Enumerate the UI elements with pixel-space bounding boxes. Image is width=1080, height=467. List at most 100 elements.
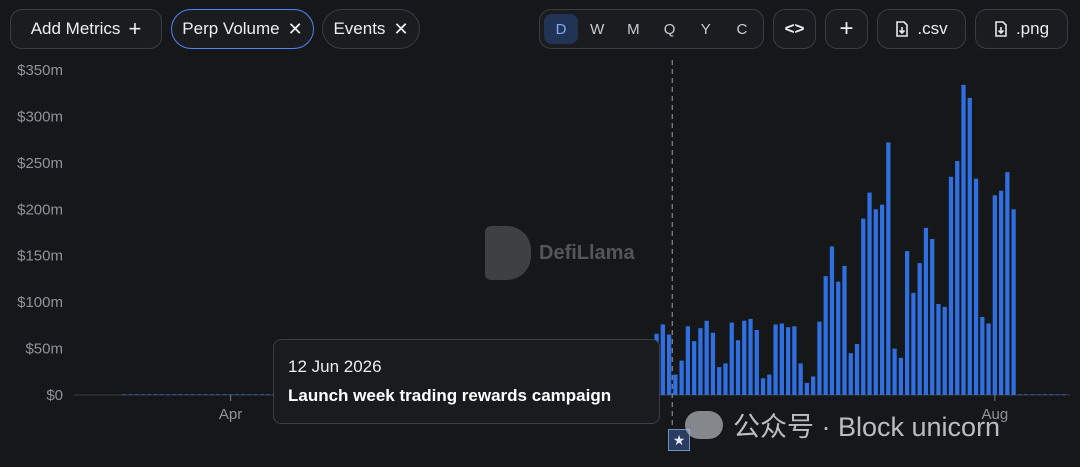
volume-bar[interactable] <box>942 306 947 395</box>
volume-bar[interactable] <box>147 394 152 395</box>
volume-bar[interactable] <box>247 394 252 395</box>
volume-bar[interactable] <box>873 209 878 395</box>
period-cumulative-button[interactable]: C <box>725 14 759 44</box>
volume-bar[interactable] <box>729 322 734 395</box>
volume-bar[interactable] <box>911 292 916 395</box>
volume-bar[interactable] <box>798 363 803 395</box>
volume-bar[interactable] <box>698 328 703 395</box>
volume-bar[interactable] <box>1024 394 1029 395</box>
volume-bar[interactable] <box>861 218 866 395</box>
volume-bar[interactable] <box>717 367 722 395</box>
close-icon[interactable]: ✕ <box>288 20 303 38</box>
volume-bar[interactable] <box>998 190 1004 395</box>
volume-bar[interactable] <box>209 394 214 395</box>
volume-bar[interactable] <box>241 394 246 395</box>
volume-bar[interactable] <box>1036 394 1041 395</box>
volume-bar[interactable] <box>760 378 766 395</box>
period-week-button[interactable]: W <box>580 14 614 44</box>
volume-bar[interactable] <box>804 382 810 395</box>
volume-bar[interactable] <box>742 320 747 395</box>
volume-bar[interactable] <box>867 192 872 395</box>
volume-bar[interactable] <box>190 394 196 395</box>
volume-bar[interactable] <box>735 340 741 395</box>
download-png-button[interactable]: .png <box>975 9 1068 49</box>
volume-bar[interactable] <box>817 321 822 395</box>
volume-bar[interactable] <box>930 239 935 395</box>
volume-bar[interactable] <box>1061 394 1066 395</box>
volume-bar[interactable] <box>692 341 697 395</box>
volume-bar[interactable] <box>234 394 239 395</box>
volume-bar[interactable] <box>673 374 678 395</box>
volume-bar[interactable] <box>848 353 853 395</box>
volume-bar[interactable] <box>203 394 208 395</box>
volume-bar[interactable] <box>948 176 954 395</box>
volume-bar[interactable] <box>1049 394 1054 395</box>
volume-bar[interactable] <box>792 326 797 395</box>
volume-bar[interactable] <box>723 363 728 395</box>
volume-bar[interactable] <box>973 178 979 395</box>
volume-bar[interactable] <box>879 204 885 395</box>
volume-bar[interactable] <box>679 360 684 395</box>
volume-bar[interactable] <box>967 97 972 395</box>
volume-bar[interactable] <box>228 394 233 395</box>
volume-bar[interactable] <box>986 323 991 396</box>
volume-bar[interactable] <box>886 142 891 395</box>
volume-bar[interactable] <box>165 394 171 395</box>
volume-bar[interactable] <box>710 332 716 395</box>
volume-bar[interactable] <box>153 394 158 395</box>
volume-bar[interactable] <box>767 374 772 395</box>
volume-bar[interactable] <box>917 263 922 395</box>
volume-bar[interactable] <box>811 376 816 395</box>
volume-bar[interactable] <box>197 394 202 395</box>
volume-bar[interactable] <box>980 317 985 395</box>
perp-volume-chip[interactable]: Perp Volume ✕ <box>171 9 314 49</box>
volume-bar[interactable] <box>266 394 271 395</box>
volume-bar[interactable] <box>128 394 133 395</box>
add-metrics-button[interactable]: Add Metrics + <box>10 9 162 49</box>
volume-bar[interactable] <box>215 394 221 395</box>
volume-bar[interactable] <box>854 343 860 395</box>
volume-bar[interactable] <box>898 357 903 395</box>
volume-bar[interactable] <box>1042 394 1048 395</box>
volume-bar[interactable] <box>842 265 847 395</box>
close-icon[interactable]: ✕ <box>393 20 408 38</box>
embed-button[interactable]: <> <box>773 9 816 49</box>
volume-bar[interactable] <box>253 394 258 395</box>
volume-bar[interactable] <box>134 394 139 395</box>
volume-bar[interactable] <box>685 326 691 395</box>
volume-bar[interactable] <box>1055 394 1060 395</box>
volume-bar[interactable] <box>184 394 189 395</box>
period-year-button[interactable]: Y <box>689 14 723 44</box>
volume-bar[interactable] <box>923 227 929 395</box>
volume-bar[interactable] <box>955 161 960 395</box>
volume-bar[interactable] <box>773 324 778 395</box>
volume-bar[interactable] <box>992 195 997 395</box>
volume-bar[interactable] <box>961 84 966 395</box>
period-quarter-button[interactable]: Q <box>653 14 687 44</box>
volume-bar[interactable] <box>1005 172 1010 395</box>
volume-bar[interactable] <box>785 327 791 395</box>
volume-bar[interactable] <box>259 394 265 395</box>
volume-bar[interactable] <box>178 394 183 395</box>
volume-bar[interactable] <box>1030 394 1035 395</box>
volume-bar[interactable] <box>140 394 146 395</box>
volume-bar[interactable] <box>660 324 665 395</box>
add-chart-button[interactable]: + <box>825 9 868 49</box>
volume-bar[interactable] <box>754 330 759 395</box>
volume-bar[interactable] <box>172 394 177 395</box>
volume-bar[interactable] <box>892 348 897 395</box>
volume-bar[interactable] <box>836 281 841 395</box>
volume-bar[interactable] <box>666 334 672 395</box>
period-month-button[interactable]: M <box>616 14 650 44</box>
volume-bar[interactable] <box>748 318 753 395</box>
download-csv-button[interactable]: .csv <box>877 9 966 49</box>
volume-bar[interactable] <box>905 251 910 395</box>
volume-bar[interactable] <box>779 323 784 396</box>
volume-bar[interactable] <box>222 394 227 395</box>
volume-bar[interactable] <box>936 304 941 395</box>
period-day-button[interactable]: D <box>544 14 579 44</box>
volume-bar[interactable] <box>704 320 709 395</box>
volume-bar[interactable] <box>823 276 828 395</box>
volume-bar[interactable] <box>1017 394 1023 395</box>
volume-bar[interactable] <box>829 246 835 395</box>
